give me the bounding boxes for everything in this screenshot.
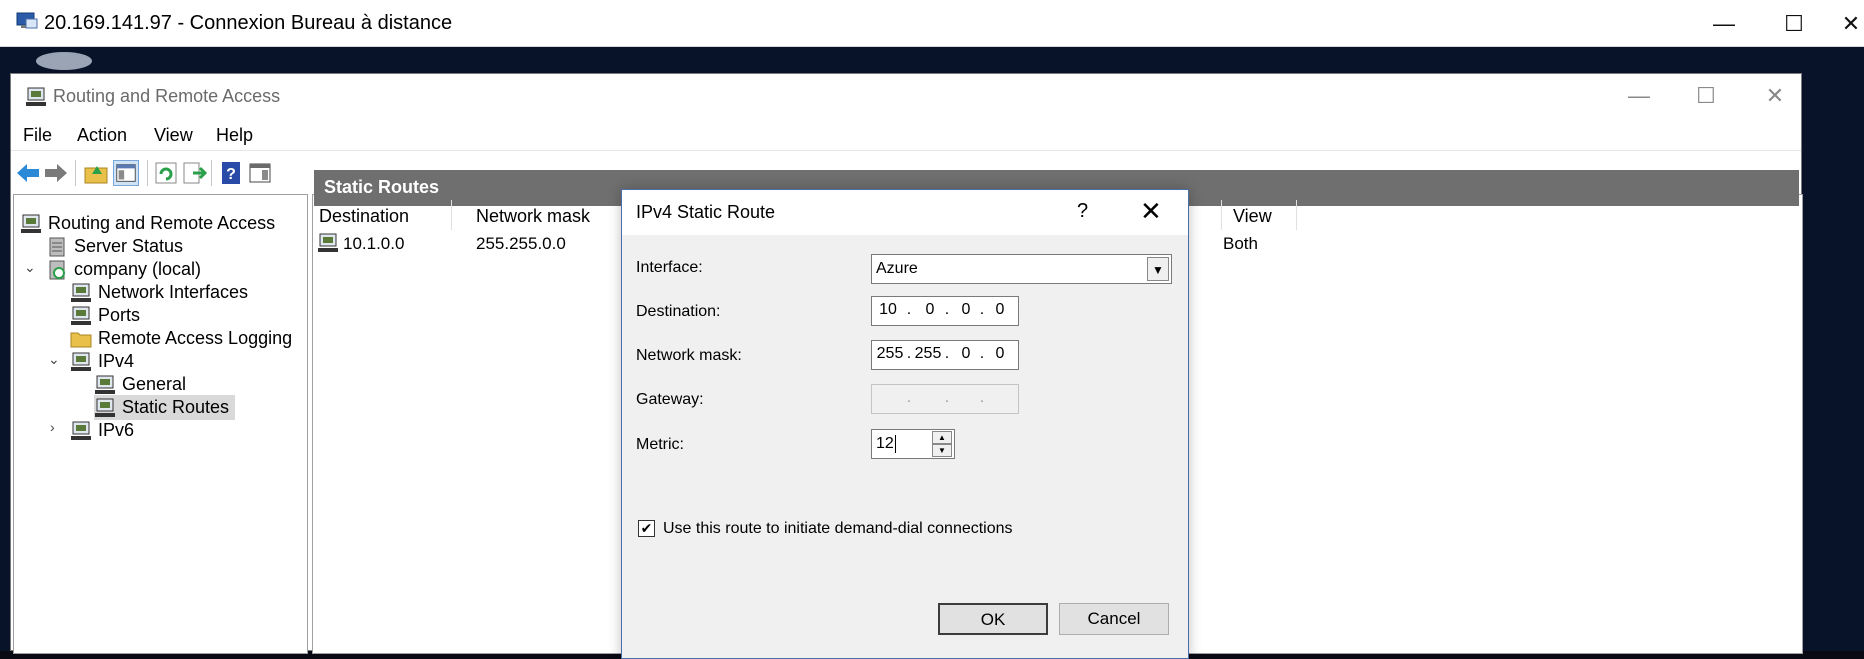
rdp-close-button[interactable]: ✕ <box>1838 6 1864 42</box>
server-local-icon <box>49 260 65 279</box>
expand-chevron-down-icon[interactable]: ⌄ <box>24 259 36 276</box>
tree-item-company-local[interactable]: company (local) <box>46 257 201 282</box>
dialog-help-button[interactable]: ? <box>1077 200 1088 223</box>
tree-item-ports[interactable]: Ports <box>70 303 140 328</box>
rras-minimize-button[interactable]: — <box>1609 78 1669 114</box>
network-interfaces-icon <box>71 283 91 302</box>
general-icon <box>95 375 115 394</box>
ipv4-icon <box>71 352 91 371</box>
server-status-icon <box>49 237 65 256</box>
dialog-title: IPv4 Static Route <box>636 202 776 222</box>
tree-item-label: Ports <box>98 305 141 325</box>
demand-dial-checkbox[interactable]: ✔ <box>638 520 655 537</box>
destination-label: Destination: <box>636 303 721 320</box>
rras-window-title: Routing and Remote Access <box>53 86 281 106</box>
tree-item-remote-access-logging[interactable]: Remote Access Logging <box>70 326 292 351</box>
tree-item-ipv4[interactable]: IPv4 <box>70 349 134 374</box>
interface-label: Interface: <box>636 259 703 276</box>
desktop-icon-partial <box>36 52 92 70</box>
metric-label: Metric: <box>636 436 684 453</box>
tree-item-label: Remote Access Logging <box>98 328 293 348</box>
mask-octet-2: 255 <box>914 345 942 362</box>
mask-octet-1: 255 <box>876 345 904 362</box>
ok-button[interactable]: OK <box>938 603 1048 635</box>
up-folder-icon[interactable] <box>83 160 109 186</box>
menu-action[interactable]: Action <box>77 125 127 146</box>
cancel-button[interactable]: Cancel <box>1059 603 1169 635</box>
tree-item-label: General <box>122 374 187 394</box>
menu-bar: File Action View Help <box>11 119 1801 151</box>
show-hide-console-tree-icon[interactable] <box>113 160 139 186</box>
ipv4-static-route-dialog: IPv4 Static Route ? ✕ Interface: Azure ▼… <box>621 189 1189 659</box>
rdp-title-bar: 20.169.141.97 - Connexion Bureau à dista… <box>0 0 1864 47</box>
ipv6-icon <box>71 421 91 440</box>
tree-item-label: IPv4 <box>98 351 135 371</box>
metric-value: 12 <box>876 435 894 452</box>
network-mask-label: Network mask: <box>636 347 742 364</box>
forward-arrow-icon[interactable] <box>43 160 69 186</box>
rras-server-icon <box>21 214 41 233</box>
dropdown-arrow-icon[interactable]: ▼ <box>1147 257 1169 281</box>
spin-up-icon[interactable]: ▲ <box>932 431 952 444</box>
network-mask-ip-field[interactable]: 255 . 255 . 0 . 0 <box>871 340 1019 370</box>
dialog-close-button[interactable]: ✕ <box>1140 196 1162 227</box>
destination-octet-1: 10 <box>879 301 897 318</box>
rdp-maximize-button[interactable]: ☐ <box>1772 6 1816 42</box>
rras-maximize-button[interactable]: ☐ <box>1676 78 1736 114</box>
rras-app-icon <box>26 87 46 106</box>
interface-select[interactable]: Azure ▼ <box>871 254 1172 284</box>
svg-text:?: ? <box>226 166 236 183</box>
action-pane-icon[interactable] <box>247 160 273 186</box>
ports-icon <box>71 306 91 325</box>
interface-selected-value: Azure <box>876 260 918 277</box>
gateway-ip-field[interactable]: . . . <box>871 384 1019 414</box>
spin-down-icon[interactable]: ▼ <box>932 444 952 457</box>
tree-item-server-status[interactable]: Server Status <box>46 234 183 259</box>
column-header-view[interactable]: View <box>1233 206 1272 227</box>
column-header-destination[interactable]: Destination <box>319 206 409 227</box>
refresh-icon[interactable] <box>153 160 179 186</box>
menu-help[interactable]: Help <box>216 125 253 146</box>
menu-file[interactable]: File <box>23 125 52 146</box>
static-routes-icon <box>95 398 115 417</box>
destination-ip-field[interactable]: 10 . 0 . 0 . 0 <box>871 296 1019 326</box>
menu-view[interactable]: View <box>154 125 193 146</box>
remote-desktop-icon <box>16 12 38 29</box>
column-header-network-mask[interactable]: Network mask <box>476 206 590 227</box>
tree-item-general[interactable]: General <box>94 372 186 397</box>
demand-dial-checkbox-label[interactable]: Use this route to initiate demand-dial c… <box>663 520 1013 538</box>
rras-title-bar: Routing and Remote Access — ☐ ✕ <box>11 74 1801 119</box>
folder-icon <box>70 332 92 347</box>
text-cursor <box>895 435 896 453</box>
rras-close-button[interactable]: ✕ <box>1745 78 1805 114</box>
expand-chevron-right-icon[interactable]: › <box>50 419 55 435</box>
cell-view: Both <box>1223 234 1258 253</box>
tree-item-ipv6[interactable]: IPv6 <box>70 418 134 443</box>
rdp-window-title: 20.169.141.97 - Connexion Bureau à dista… <box>44 12 453 34</box>
console-tree: Routing and Remote Access Server Status … <box>13 194 308 654</box>
tree-item-label: Server Status <box>74 236 184 256</box>
tree-item-label: IPv6 <box>98 420 135 440</box>
destination-octet-4: 0 <box>995 301 1005 318</box>
route-icon <box>318 233 338 252</box>
cell-destination: 10.1.0.0 <box>343 234 405 253</box>
export-list-icon[interactable] <box>181 160 207 186</box>
back-arrow-icon[interactable] <box>15 160 41 186</box>
dialog-title-bar: IPv4 Static Route ? ✕ <box>622 190 1188 235</box>
help-icon[interactable]: ? <box>219 160 245 186</box>
tree-item-static-routes[interactable]: Static Routes <box>94 395 236 420</box>
tree-item-label: Network Interfaces <box>98 282 249 302</box>
gateway-label: Gateway: <box>636 391 704 408</box>
tree-item-label: Routing and Remote Access <box>48 213 276 233</box>
mask-octet-4: 0 <box>995 345 1005 362</box>
rdp-minimize-button[interactable]: — <box>1702 6 1746 42</box>
tree-item-label: Static Routes <box>122 397 230 417</box>
expand-chevron-down-icon[interactable]: ⌄ <box>48 351 60 368</box>
tree-item-rras-root[interactable]: Routing and Remote Access <box>20 211 275 236</box>
pane-title: Static Routes <box>324 177 440 197</box>
metric-stepper[interactable]: 12 ▲ ▼ <box>871 429 955 459</box>
tree-item-network-interfaces[interactable]: Network Interfaces <box>70 280 248 305</box>
tree-item-label: company (local) <box>74 259 202 279</box>
cell-network-mask: 255.255.0.0 <box>476 234 566 253</box>
